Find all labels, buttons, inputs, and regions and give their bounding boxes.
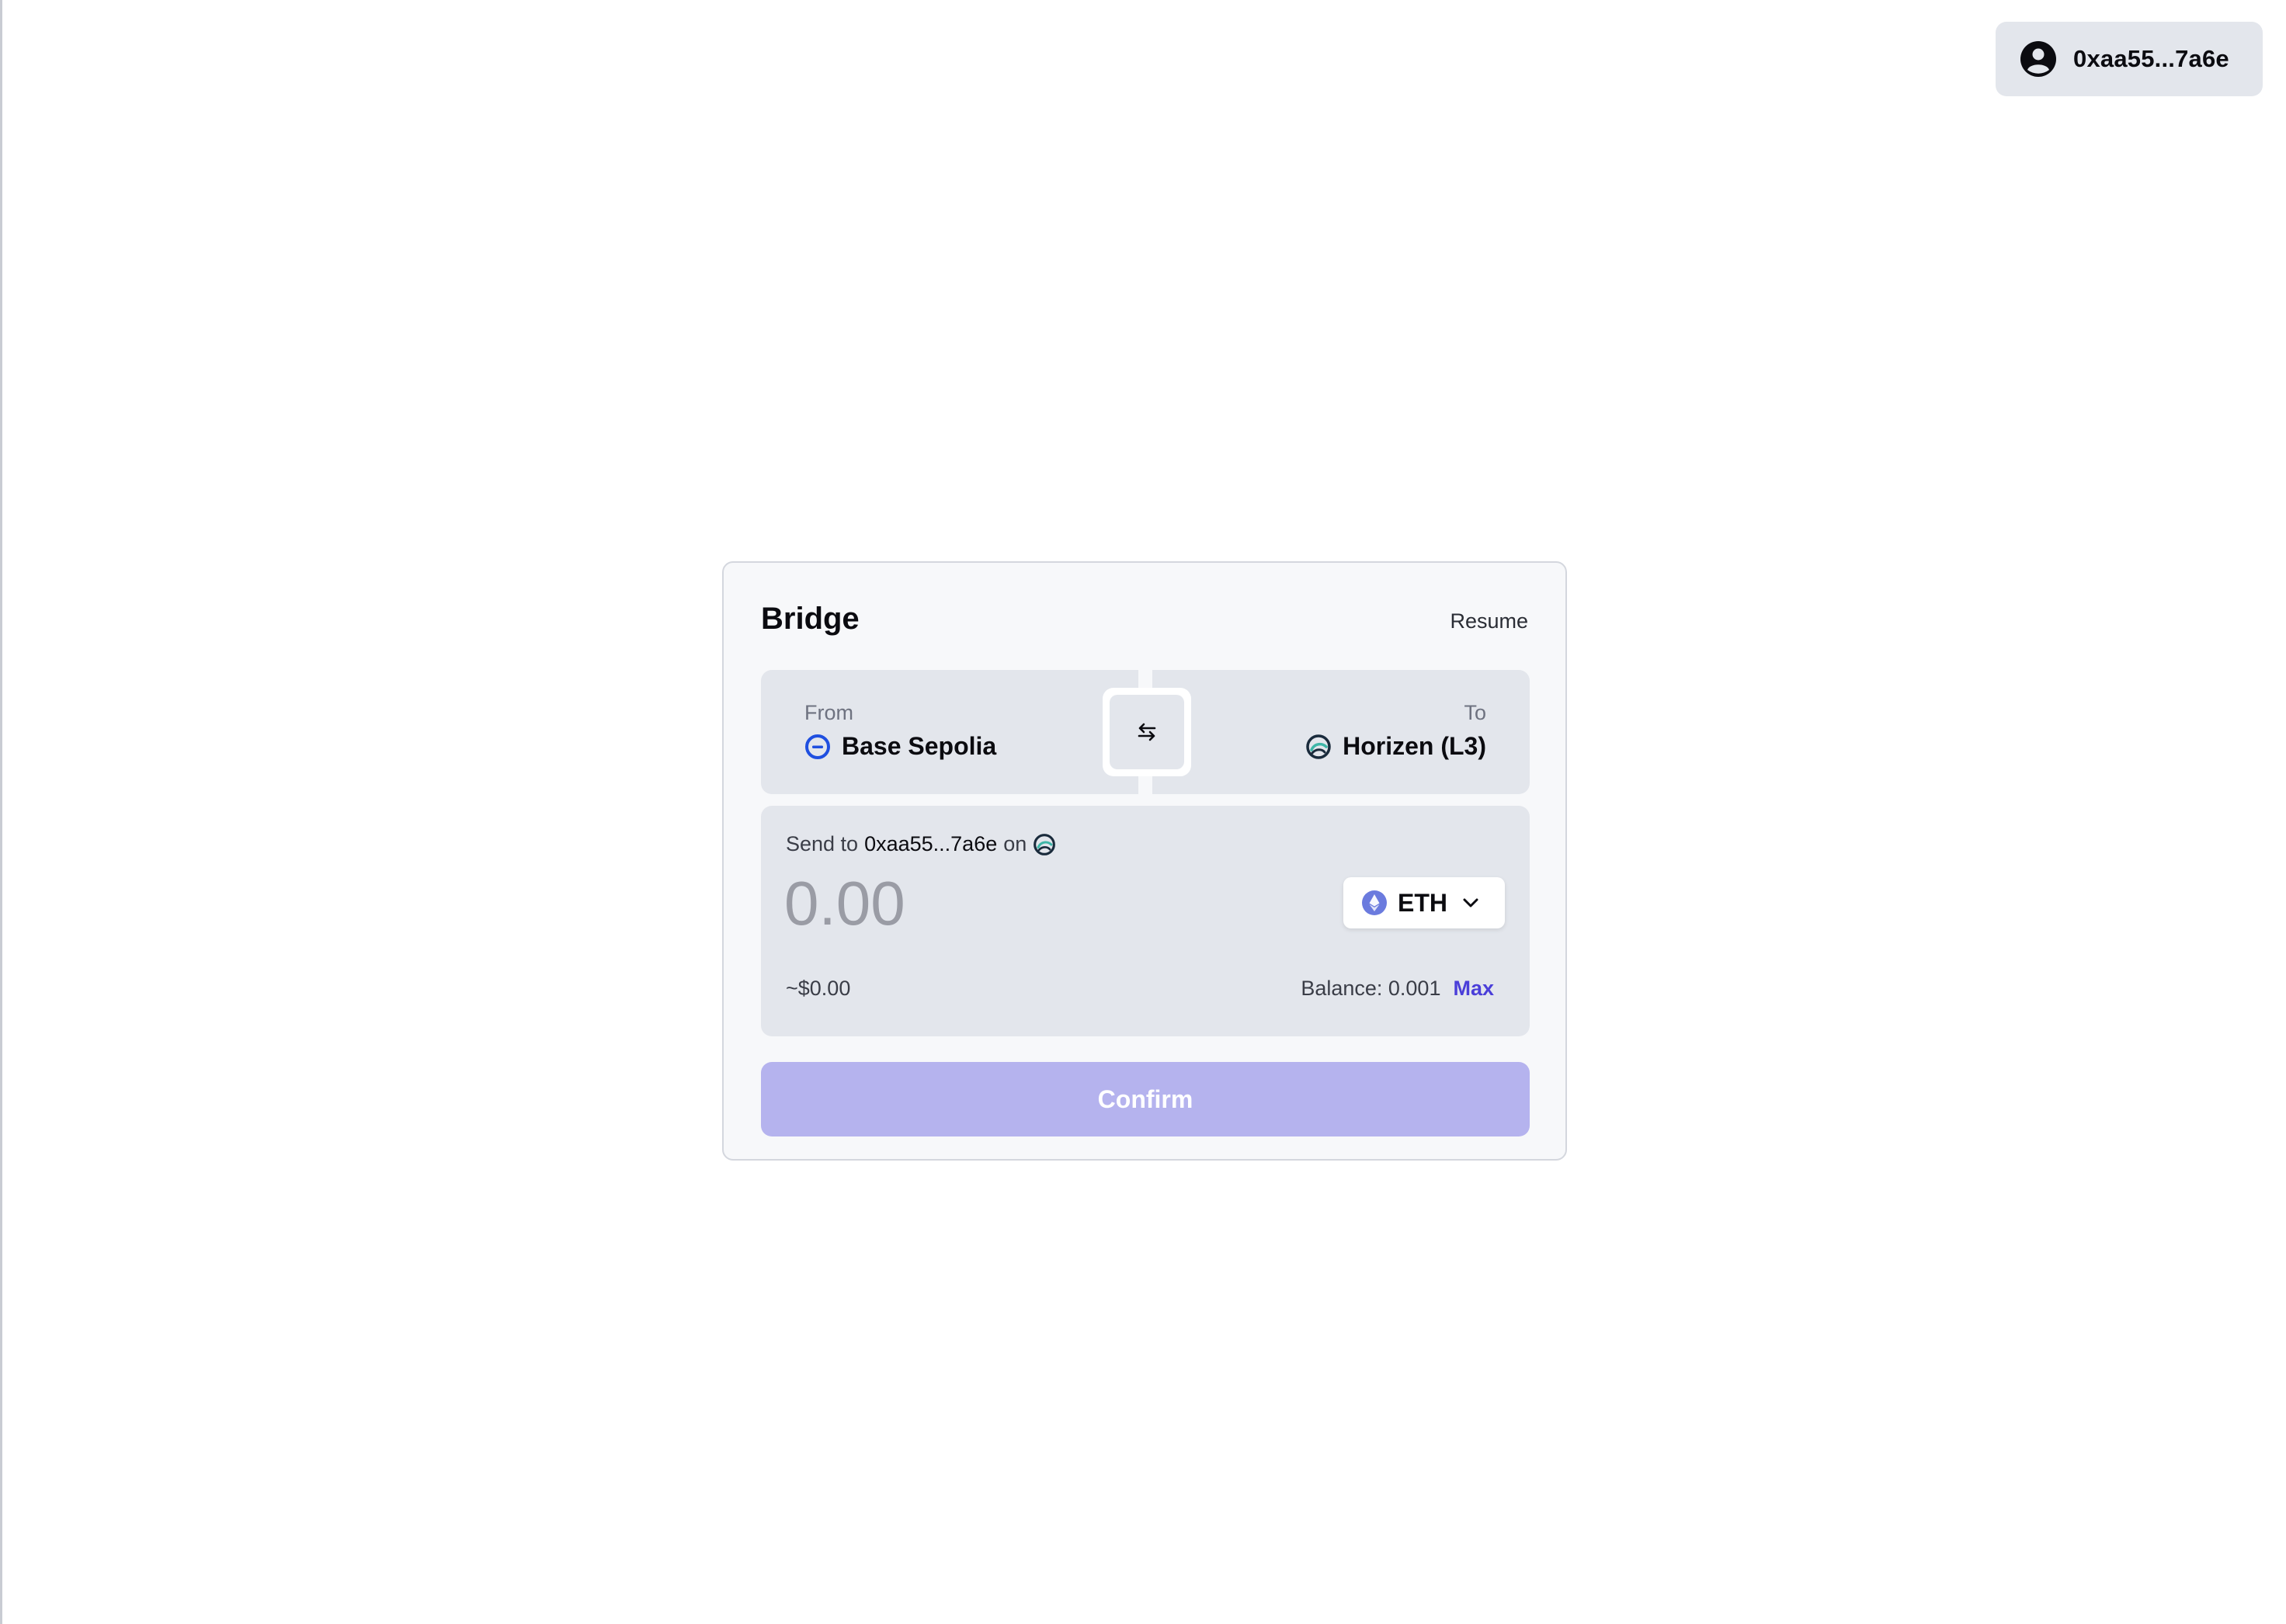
from-chain-name: Base Sepolia [842,732,997,760]
bridge-card: Bridge Resume From Base Sepolia To Horiz… [722,561,1567,1161]
to-caption: To [1464,701,1486,724]
user-circle-icon [2020,41,2056,77]
confirm-button[interactable]: Confirm [761,1062,1530,1136]
swap-arrows-icon [1135,720,1159,744]
page-title: Bridge [761,602,860,636]
token-symbol: ETH [1398,888,1447,917]
from-chain-selector[interactable]: From Base Sepolia [761,670,1138,794]
destination-chain-icon [1033,833,1056,856]
send-to-prefix: Send to [786,832,859,855]
horizen-icon [1305,734,1332,760]
send-to-line: Send to 0xaa55...7a6e on [786,832,1056,856]
balance-label: Balance: 0.001 [1301,977,1441,1000]
amount-input[interactable] [784,866,1250,941]
max-button[interactable]: Max [1453,977,1494,1001]
swap-chains-button[interactable] [1103,688,1191,776]
recipient-address: 0xaa55...7a6e [864,832,998,855]
send-on-word: on [1003,832,1027,855]
chevron-down-icon [1460,892,1482,914]
base-sepolia-icon [804,734,831,760]
account-address: 0xaa55...7a6e [2073,45,2229,72]
token-select[interactable]: ETH [1343,877,1505,928]
to-chain-selector[interactable]: To Horizen (L3) [1152,670,1530,794]
usd-value: ~$0.00 [786,977,851,1000]
resume-link[interactable]: Resume [1450,609,1528,633]
account-button[interactable]: 0xaa55...7a6e [1996,22,2263,96]
window-edge [0,0,2,1624]
eth-icon [1362,890,1387,915]
balance-row: Balance: 0.001 Max [1301,977,1494,1001]
amount-panel: Send to 0xaa55...7a6e on ETH [761,806,1530,1036]
from-caption: From [804,701,853,724]
to-chain-name: Horizen (L3) [1343,732,1486,760]
